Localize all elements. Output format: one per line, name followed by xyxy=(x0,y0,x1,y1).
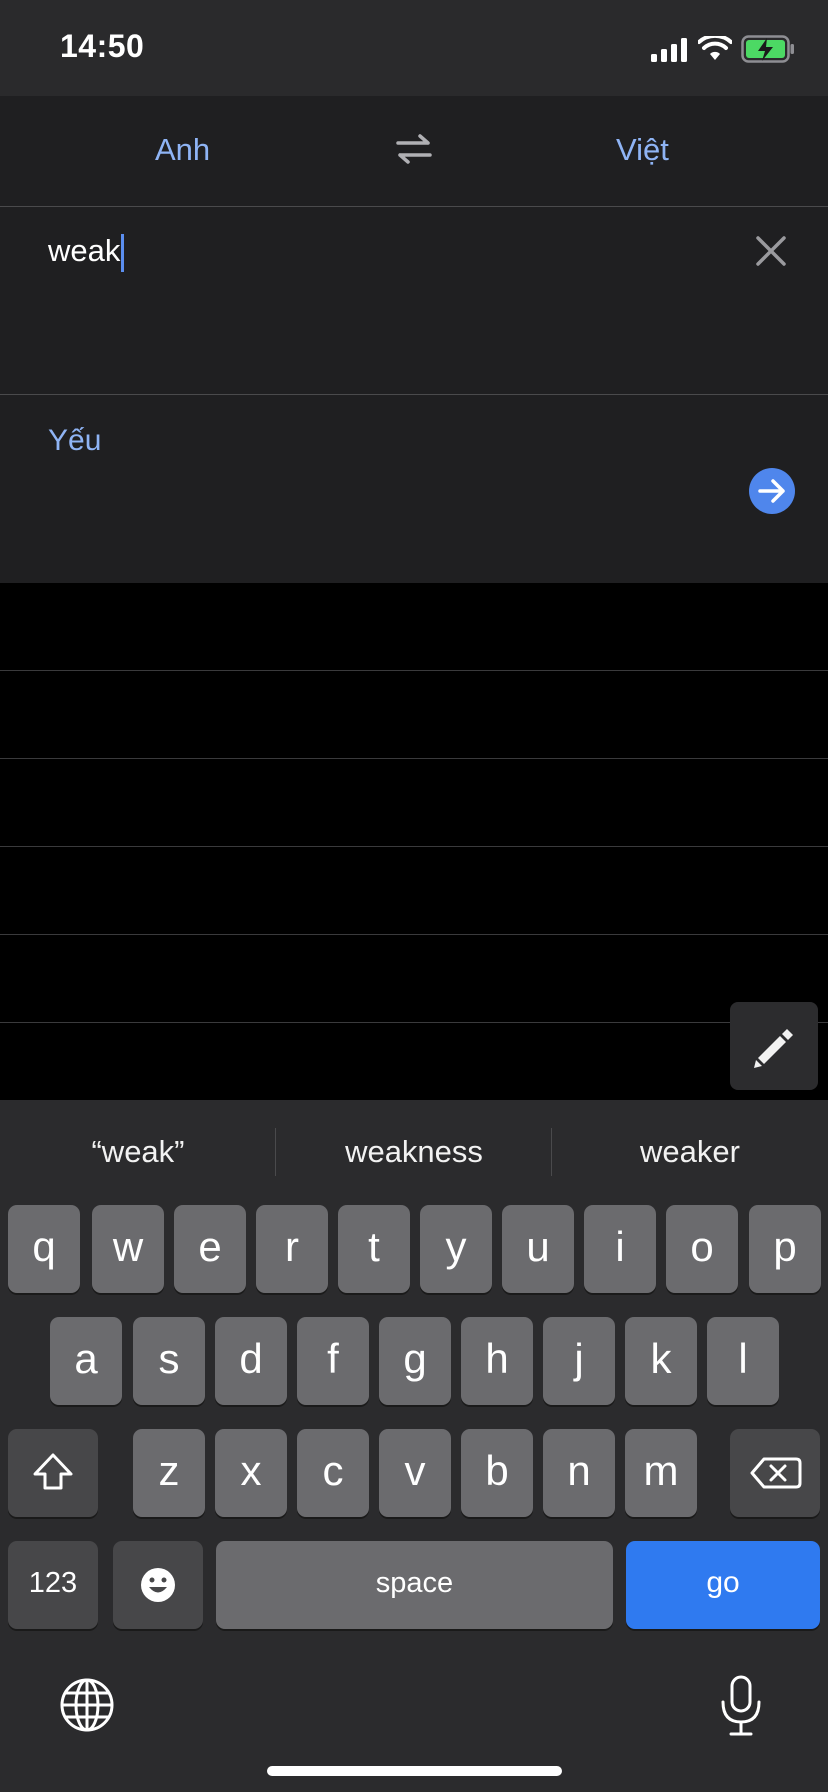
emoji-icon xyxy=(141,1568,175,1602)
key-k[interactable]: k xyxy=(625,1317,697,1405)
key-c[interactable]: c xyxy=(297,1429,369,1517)
language-bar: Anh Việt xyxy=(0,96,828,207)
microphone-icon[interactable] xyxy=(718,1674,764,1738)
text-caret xyxy=(121,233,125,272)
close-icon[interactable] xyxy=(754,234,788,268)
go-key[interactable]: go xyxy=(626,1541,820,1629)
space-key[interactable]: space xyxy=(216,1541,613,1629)
suggestion-divider xyxy=(275,1128,276,1176)
key-y[interactable]: y xyxy=(420,1205,492,1293)
status-time: 14:50 xyxy=(60,28,145,64)
status-bar: 14:50 xyxy=(0,0,828,96)
key-f[interactable]: f xyxy=(297,1317,369,1405)
suggestion-3[interactable]: weaker xyxy=(555,1134,825,1170)
emoji-key[interactable] xyxy=(113,1541,203,1629)
key-j[interactable]: j xyxy=(543,1317,615,1405)
key-h[interactable]: h xyxy=(461,1317,533,1405)
swap-arrows-icon[interactable] xyxy=(394,134,434,164)
key-m[interactable]: m xyxy=(625,1429,697,1517)
key-b[interactable]: b xyxy=(461,1429,533,1517)
source-language-button[interactable]: Anh xyxy=(155,132,210,168)
key-d[interactable]: d xyxy=(215,1317,287,1405)
home-indicator xyxy=(267,1766,562,1776)
key-z[interactable]: z xyxy=(133,1429,205,1517)
key-a[interactable]: a xyxy=(50,1317,122,1405)
translation-area: Yếu xyxy=(0,395,828,583)
key-i[interactable]: i xyxy=(584,1205,656,1293)
pen-icon xyxy=(754,1029,793,1068)
key-w[interactable]: w xyxy=(92,1205,164,1293)
key-u[interactable]: u xyxy=(502,1205,574,1293)
source-text-value: weak xyxy=(48,233,121,268)
key-t[interactable]: t xyxy=(338,1205,410,1293)
handwriting-button[interactable] xyxy=(730,1002,818,1090)
key-x[interactable]: x xyxy=(215,1429,287,1517)
shift-icon xyxy=(33,1453,73,1490)
backspace-icon xyxy=(750,1457,802,1489)
key-g[interactable]: g xyxy=(379,1317,451,1405)
key-s[interactable]: s xyxy=(133,1317,205,1405)
target-language-button[interactable]: Việt xyxy=(616,132,669,168)
key-l[interactable]: l xyxy=(707,1317,779,1405)
key-r[interactable]: r xyxy=(256,1205,328,1293)
list-divider xyxy=(0,758,828,759)
list-divider xyxy=(0,1022,828,1023)
battery-charging-icon xyxy=(741,35,794,63)
backspace-key[interactable] xyxy=(730,1429,820,1517)
keyboard: “weak” weakness weaker q w e r t y u i o… xyxy=(0,1100,828,1792)
list-divider xyxy=(0,934,828,935)
key-q[interactable]: q xyxy=(8,1205,80,1293)
list-divider xyxy=(0,670,828,671)
arrow-right-icon xyxy=(758,479,785,503)
suggestion-1[interactable]: “weak” xyxy=(3,1134,273,1170)
translation-text: Yếu xyxy=(48,424,102,457)
open-translation-button[interactable] xyxy=(749,468,795,514)
wifi-icon xyxy=(698,36,732,60)
shift-key[interactable] xyxy=(8,1429,98,1517)
list-divider xyxy=(0,846,828,847)
suggestion-divider xyxy=(551,1128,552,1176)
suggestion-2[interactable]: weakness xyxy=(279,1134,549,1170)
numbers-key[interactable]: 123 xyxy=(8,1541,98,1629)
key-p[interactable]: p xyxy=(749,1205,821,1293)
key-o[interactable]: o xyxy=(666,1205,738,1293)
source-text-input[interactable]: weak xyxy=(48,233,125,272)
globe-icon[interactable] xyxy=(58,1676,116,1734)
key-n[interactable]: n xyxy=(543,1429,615,1517)
source-text-area[interactable]: weak xyxy=(0,207,828,395)
key-e[interactable]: e xyxy=(174,1205,246,1293)
key-v[interactable]: v xyxy=(379,1429,451,1517)
signal-icon xyxy=(651,38,687,62)
